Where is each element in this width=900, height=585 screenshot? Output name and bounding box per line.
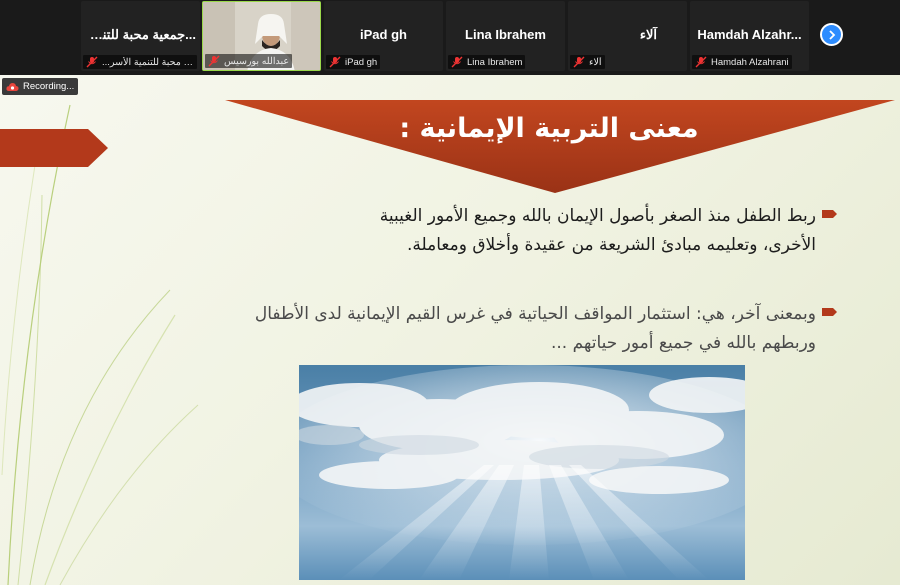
participant-caption-name: آلاء <box>589 56 602 68</box>
slide-bullet-2: وبمعنى آخر، هي: استثمار المواقف الحياتية… <box>254 304 816 353</box>
slide-bullet-1: ربط الطفل منذ الصغر بأصول الإيمان بالله … <box>379 206 816 255</box>
title-banner-shape <box>225 100 895 193</box>
participant-caption-name: iPad gh <box>345 56 378 68</box>
recording-indicator[interactable]: Recording... <box>2 78 78 95</box>
bullet-arrow-icon <box>822 210 837 218</box>
muted-mic-icon <box>329 56 341 68</box>
participant-strip: ...جمعية محبة للتنمية ...جمعية محبة للتن… <box>0 0 900 75</box>
participant-tile-5[interactable]: ...جمعية محبة للتنمية ...جمعية محبة للتن… <box>81 1 200 71</box>
sky-clouds-image <box>299 365 745 580</box>
muted-mic-icon <box>573 56 585 68</box>
muted-mic-icon <box>451 56 463 68</box>
participant-caption: Hamdah Alzahrani <box>692 55 792 69</box>
sky-clouds-illustration <box>299 365 745 580</box>
participant-caption-name: Lina Ibrahem <box>467 56 523 68</box>
decorative-arrow-shape <box>0 129 108 167</box>
participant-caption: iPad gh <box>326 55 381 69</box>
participant-name: Lina Ibrahem <box>465 27 546 42</box>
participant-tile-1[interactable]: آلاء آلاء <box>568 1 687 71</box>
participant-tile-0[interactable]: Hamdah Alzahr... Hamdah Alzahrani <box>690 1 809 71</box>
chevron-right-icon <box>828 29 835 40</box>
participant-caption-name: Hamdah Alzahrani <box>711 56 789 68</box>
participant-tile-3[interactable]: iPad gh iPad gh <box>324 1 443 71</box>
muted-mic-icon <box>695 56 707 68</box>
participant-caption: آلاء <box>570 55 605 69</box>
participant-caption: ...جمعية محبة للتنمية الأسر <box>83 55 197 69</box>
participant-caption: Lina Ibrahem <box>448 55 526 69</box>
participant-caption-name: ...جمعية محبة للتنمية الأسر <box>102 56 194 68</box>
participant-tile-4[interactable]: عبدالله بورسيس <box>202 1 321 71</box>
participant-name: آلاء <box>639 27 657 42</box>
muted-mic-icon <box>208 55 220 67</box>
recording-label: Recording... <box>23 81 75 92</box>
participant-name: iPad gh <box>360 27 407 42</box>
slide-title: معنى التربية الإيمانية : <box>399 113 699 144</box>
muted-mic-icon <box>86 56 98 68</box>
shared-slide: Recording... معنى التربية الإيمانية : رب… <box>0 75 900 585</box>
bullet-arrow-icon <box>822 308 837 316</box>
participant-caption: عبدالله بورسيس <box>205 54 293 68</box>
next-participants-button[interactable] <box>820 23 843 46</box>
cloud-record-icon <box>6 82 19 91</box>
participant-name: ...جمعية محبة للتنمية <box>85 27 196 42</box>
participant-tile-2[interactable]: Lina Ibrahem Lina Ibrahem <box>446 1 565 71</box>
participant-caption-name: عبدالله بورسيس <box>224 55 290 67</box>
participant-name: Hamdah Alzahr... <box>697 27 802 42</box>
